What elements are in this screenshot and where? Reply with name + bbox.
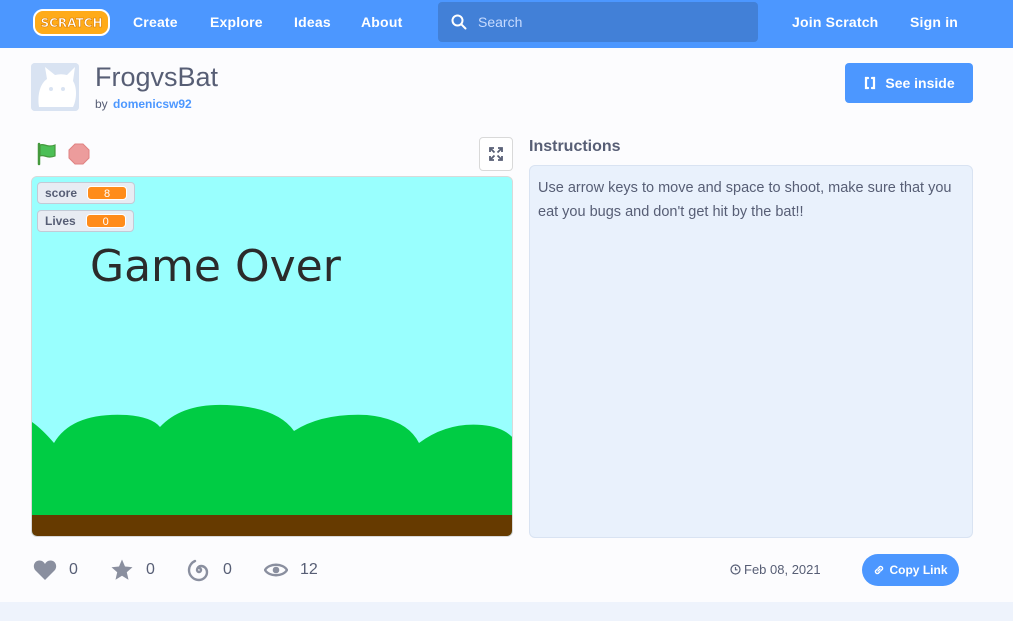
instructions-heading: Instructions xyxy=(529,138,621,155)
copy-link-label: Copy Link xyxy=(889,563,948,577)
star-icon xyxy=(111,559,133,580)
page-footer xyxy=(0,602,1013,621)
score-value: 8 xyxy=(87,186,128,200)
fullscreen-button[interactable] xyxy=(479,137,513,171)
nav-about[interactable]: About xyxy=(361,14,402,30)
see-inside-button[interactable]: See inside xyxy=(845,63,973,103)
favorite-count: 0 xyxy=(146,561,155,578)
copy-link-button[interactable]: Copy Link xyxy=(862,554,959,586)
project-stage[interactable]: score 8 Lives 0 Game Over xyxy=(31,176,513,537)
search-box xyxy=(438,2,758,42)
green-flag-icon[interactable] xyxy=(35,142,59,166)
link-icon xyxy=(875,565,884,575)
stop-sign-icon[interactable] xyxy=(68,143,90,165)
cat-avatar-icon xyxy=(31,63,79,111)
lives-value: 0 xyxy=(85,214,126,228)
svg-text:SCRATCH: SCRATCH xyxy=(40,16,102,30)
nav-ideas[interactable]: Ideas xyxy=(294,14,331,30)
see-inside-label: See inside xyxy=(885,75,955,91)
instructions-text: Use arrow keys to move and space to shoo… xyxy=(529,165,973,538)
join-scratch-link[interactable]: Join Scratch xyxy=(792,14,878,30)
see-inside-icon xyxy=(865,76,876,90)
share-date: Feb 08, 2021 xyxy=(730,562,821,577)
project-byline: by domenicsw92 xyxy=(95,97,192,111)
views-stat: 12 xyxy=(264,557,318,583)
views-count: 12 xyxy=(300,561,318,578)
search-icon xyxy=(451,14,467,30)
remix-icon xyxy=(187,559,209,582)
remix-count: 0 xyxy=(223,561,232,578)
nav-explore[interactable]: Explore xyxy=(210,14,263,30)
search-input[interactable] xyxy=(478,10,748,34)
favorite-stat[interactable]: 0 xyxy=(110,557,155,583)
game-over-text: Game Over xyxy=(90,241,341,292)
author-link[interactable]: domenicsw92 xyxy=(113,97,192,111)
heart-icon xyxy=(33,560,57,580)
author-avatar[interactable] xyxy=(31,63,79,111)
by-label: by xyxy=(95,97,108,111)
date-text: Feb 08, 2021 xyxy=(744,562,821,577)
nav-create[interactable]: Create xyxy=(133,14,178,30)
sign-in-link[interactable]: Sign in xyxy=(910,14,958,30)
love-count: 0 xyxy=(69,561,78,578)
score-label: score xyxy=(45,186,78,200)
remix-stat: 0 xyxy=(187,557,232,583)
top-navbar: SCRATCH Create Explore Ideas About Join … xyxy=(0,0,1013,48)
eye-icon xyxy=(264,563,288,577)
score-monitor: score 8 xyxy=(37,182,136,204)
project-title: FrogvsBat xyxy=(95,62,219,92)
lives-monitor: Lives 0 xyxy=(37,210,134,232)
clock-icon xyxy=(730,564,741,575)
scratch-logo[interactable]: SCRATCH xyxy=(33,9,110,36)
fullscreen-icon xyxy=(489,147,503,161)
lives-label: Lives xyxy=(45,214,76,228)
love-stat[interactable]: 0 xyxy=(33,557,78,583)
